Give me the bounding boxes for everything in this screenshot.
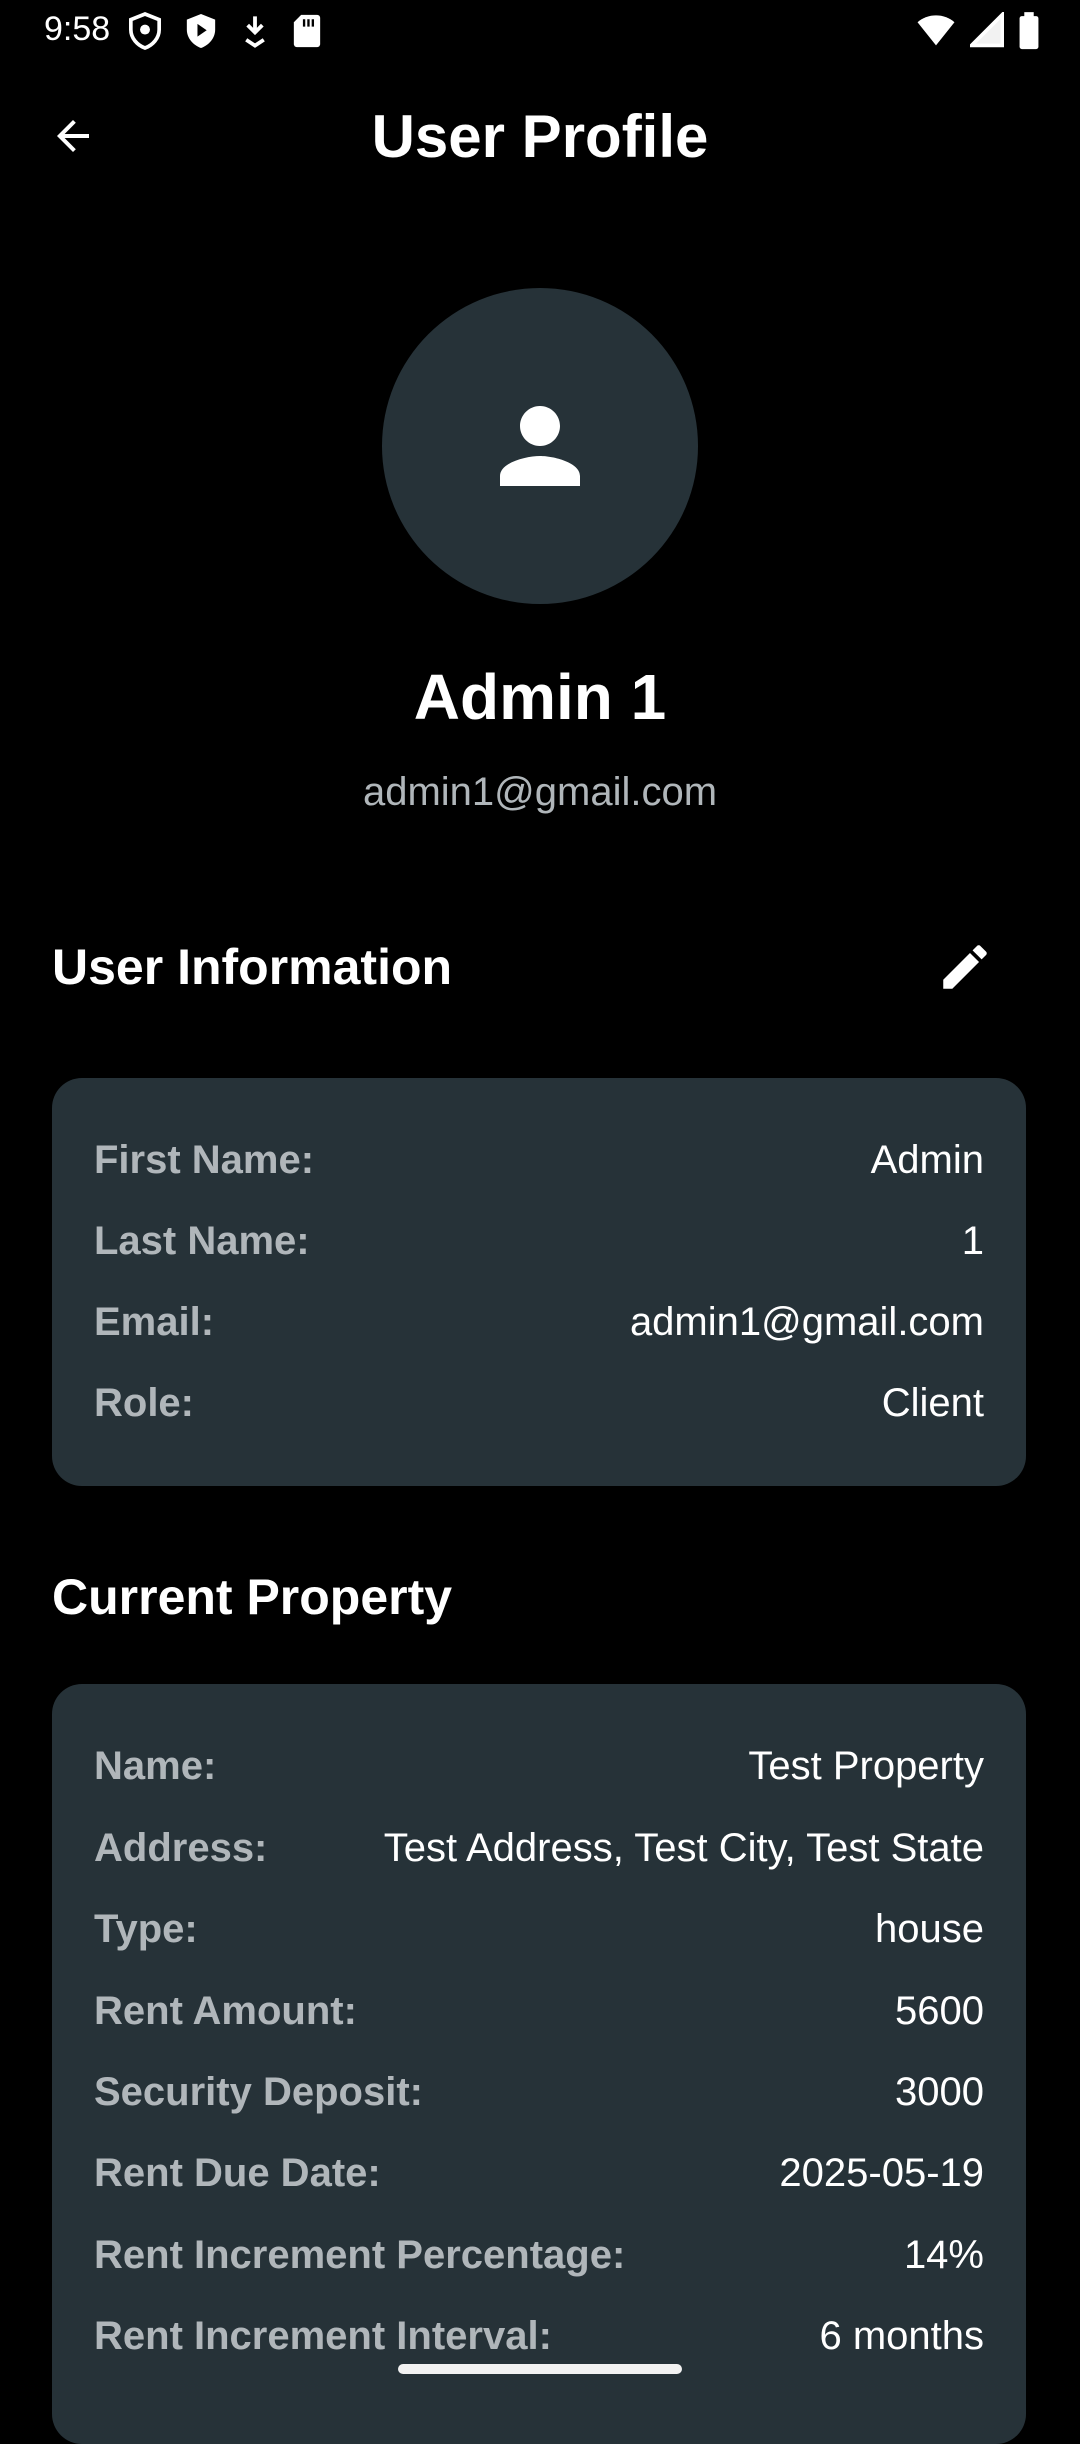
property-value: 3000 [895,2069,984,2114]
property-value: house [875,1906,984,1951]
info-row-first-name: First Name: Admin [94,1130,984,1190]
pencil-icon [943,945,987,989]
property-label: Rent Increment Percentage: [94,2232,626,2277]
sd-card-icon [292,12,322,50]
current-property-title: Current Property [52,1569,453,1625]
shield-icon [128,12,162,50]
wifi-icon [916,12,956,50]
property-value: 6 months [819,2313,984,2358]
info-label: First Name: [94,1137,315,1182]
property-row-rent-amount: Rent Amount: 5600 [94,1981,984,2041]
property-label: Type: [94,1906,198,1951]
play-protect-icon [184,12,218,50]
info-value: 1 [961,1218,984,1263]
property-row-rent-due-date: Rent Due Date: 2025-05-19 [94,2143,984,2203]
page-title: User Profile [371,103,709,170]
property-label: Name: [94,1743,217,1788]
property-label: Security Deposit: [94,2069,423,2114]
property-row-type: Type: house [94,1899,984,1959]
info-label: Role: [94,1380,194,1425]
user-name: Admin 1 [413,661,667,733]
info-label: Email: [94,1299,215,1344]
battery-icon [1018,12,1040,50]
status-notification-icons [128,12,322,50]
property-value: 14% [903,2232,984,2277]
download-icon [240,12,270,50]
property-label: Rent Due Date: [94,2150,381,2195]
info-value: Client [881,1380,984,1425]
home-indicator[interactable] [398,2364,682,2374]
current-property-card: Name: Test Property Address: Test Addres… [52,1684,1026,2444]
property-value: Test Property [748,1743,984,1788]
info-row-last-name: Last Name: 1 [94,1211,984,1271]
info-row-email: Email: admin1@gmail.com [94,1292,984,1352]
app-bar: User Profile [0,80,1080,192]
property-value: 2025-05-19 [779,2150,984,2195]
person-icon [500,406,580,486]
edit-button[interactable] [930,932,1000,1002]
user-information-card: First Name: Admin Last Name: 1 Email: ad… [52,1078,1026,1486]
property-label: Address: [94,1825,268,1870]
status-bar: 9:58 [0,0,1080,62]
status-system-icons [916,12,1040,50]
property-row-address: Address: Test Address, Test City, Test S… [94,1818,984,1878]
property-label: Rent Amount: [94,1988,357,2033]
property-label: Rent Increment Interval: [94,2313,552,2358]
signal-icon [970,12,1004,50]
property-value: Test Address, Test City, Test State [383,1825,984,1870]
property-row-security-deposit: Security Deposit: 3000 [94,2062,984,2122]
status-time: 9:58 [44,10,111,48]
property-row-rent-increment-percentage: Rent Increment Percentage: 14% [94,2225,984,2285]
info-label: Last Name: [94,1218,310,1263]
info-row-role: Role: Client [94,1373,984,1433]
user-email: admin1@gmail.com [362,770,718,814]
info-value: Admin [870,1137,984,1182]
user-information-title: User Information [52,939,453,995]
info-value: admin1@gmail.com [629,1299,984,1344]
avatar [382,288,698,604]
property-value: 5600 [895,1988,984,2033]
property-row-rent-increment-interval: Rent Increment Interval: 6 months [94,2306,984,2366]
property-row-name: Name: Test Property [94,1736,984,1796]
